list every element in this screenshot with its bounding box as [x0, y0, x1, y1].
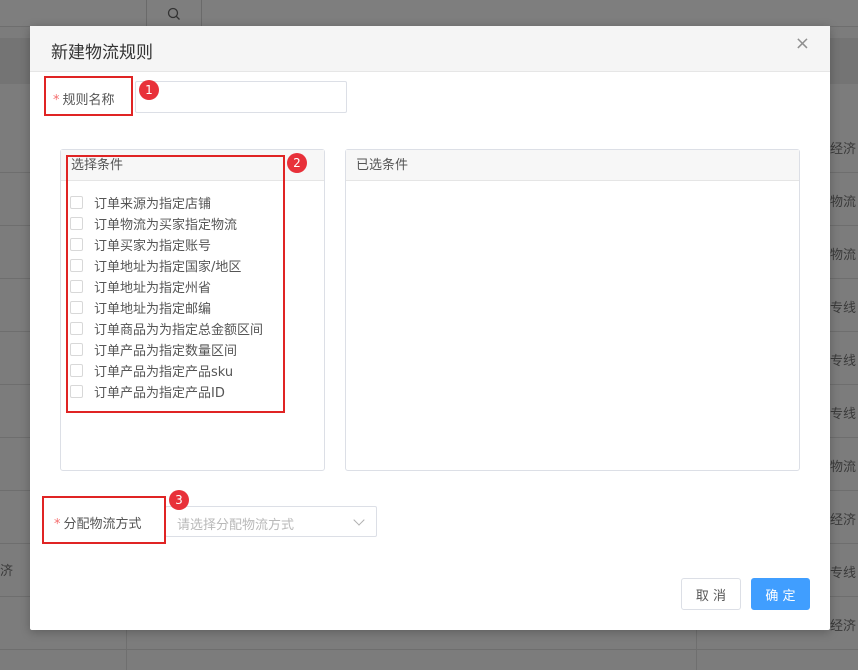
background-cell: 经济 — [830, 619, 857, 634]
dialog-title: 新建物流规则 — [51, 43, 153, 63]
background-cell: 经济 — [830, 142, 857, 157]
confirm-button[interactable]: 确 定 — [751, 578, 810, 610]
search-icon — [167, 7, 180, 20]
background-cell: 专线 — [830, 407, 857, 422]
chevron-down-icon — [353, 514, 365, 526]
background-left-fragment: 济 — [0, 564, 14, 579]
rule-name-input[interactable] — [135, 81, 347, 113]
annotation-highlight-box — [44, 76, 133, 116]
selected-conditions-panel: 已选条件 — [345, 149, 800, 471]
cancel-button[interactable]: 取 消 — [681, 578, 741, 610]
background-cell: 专线 — [830, 354, 857, 369]
background-search-button — [146, 0, 202, 27]
annotation-marker: 2 — [287, 153, 307, 173]
background-toolbar — [0, 0, 858, 27]
shipping-method-placeholder: 请选择分配物流方式 — [177, 518, 295, 533]
background-cell: 物流 — [830, 460, 857, 475]
annotation-marker: 1 — [139, 80, 159, 100]
background-cell: 物流 — [830, 195, 857, 210]
background-cell: 专线 — [830, 301, 857, 316]
selected-conditions-title: 已选条件 — [346, 150, 799, 181]
annotation-marker: 3 — [169, 490, 189, 510]
annotation-highlight-box — [66, 155, 285, 413]
background-cell: 经济 — [830, 513, 857, 528]
close-icon[interactable]: × — [795, 35, 810, 53]
dialog-header: 新建物流规则 × — [30, 26, 830, 72]
background-cell: 专线 — [830, 566, 857, 581]
shipping-method-select[interactable]: 请选择分配物流方式 — [165, 506, 377, 537]
annotation-highlight-box — [42, 496, 166, 544]
background-cell: 物流 — [830, 248, 857, 263]
